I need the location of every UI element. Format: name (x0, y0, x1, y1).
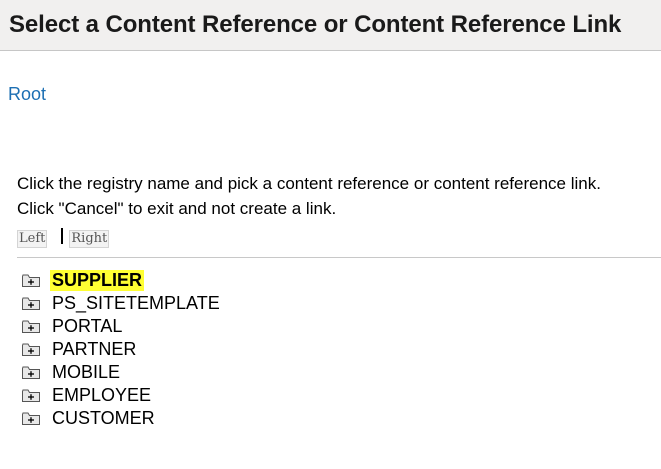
breadcrumb-root-link[interactable]: Root (8, 84, 46, 105)
page-header: Select a Content Reference or Content Re… (0, 0, 661, 51)
tree-item-partner[interactable]: PARTNER (22, 338, 220, 361)
tree-item-mobile[interactable]: MOBILE (22, 361, 220, 384)
nav-separator (61, 228, 64, 244)
left-right-nav: Left Right (17, 228, 110, 248)
folder-expand-icon[interactable] (22, 274, 40, 287)
tree-item-label[interactable]: SUPPLIER (50, 270, 145, 291)
divider (17, 257, 661, 258)
registry-tree: SUPPLIER PS_SITETEMPLATE PORTAL PARTNER … (22, 269, 220, 430)
tree-item-employee[interactable]: EMPLOYEE (22, 384, 220, 407)
tree-item-label[interactable]: PS_SITETEMPLATE (52, 293, 220, 314)
tree-item-label[interactable]: PORTAL (52, 316, 122, 337)
folder-expand-icon[interactable] (22, 412, 40, 425)
tree-item-label[interactable]: MOBILE (52, 362, 120, 383)
instructions-line-1: Click the registry name and pick a conte… (17, 174, 601, 193)
tree-item-customer[interactable]: CUSTOMER (22, 407, 220, 430)
page-title: Select a Content Reference or Content Re… (9, 11, 622, 38)
instructions: Click the registry name and pick a conte… (17, 171, 601, 221)
tree-item-supplier[interactable]: SUPPLIER (22, 269, 220, 292)
folder-expand-icon[interactable] (22, 320, 40, 333)
right-button[interactable]: Right (69, 230, 110, 248)
tree-item-portal[interactable]: PORTAL (22, 315, 220, 338)
tree-item-label[interactable]: PARTNER (52, 339, 136, 360)
folder-expand-icon[interactable] (22, 389, 40, 402)
tree-item-label[interactable]: EMPLOYEE (52, 385, 151, 406)
tree-item-label[interactable]: CUSTOMER (52, 408, 155, 429)
tree-item-ps-sitetemplate[interactable]: PS_SITETEMPLATE (22, 292, 220, 315)
folder-expand-icon[interactable] (22, 366, 40, 379)
folder-expand-icon[interactable] (22, 297, 40, 310)
left-button[interactable]: Left (17, 230, 48, 248)
folder-expand-icon[interactable] (22, 343, 40, 356)
instructions-line-2: Click "Cancel" to exit and not create a … (17, 199, 337, 218)
